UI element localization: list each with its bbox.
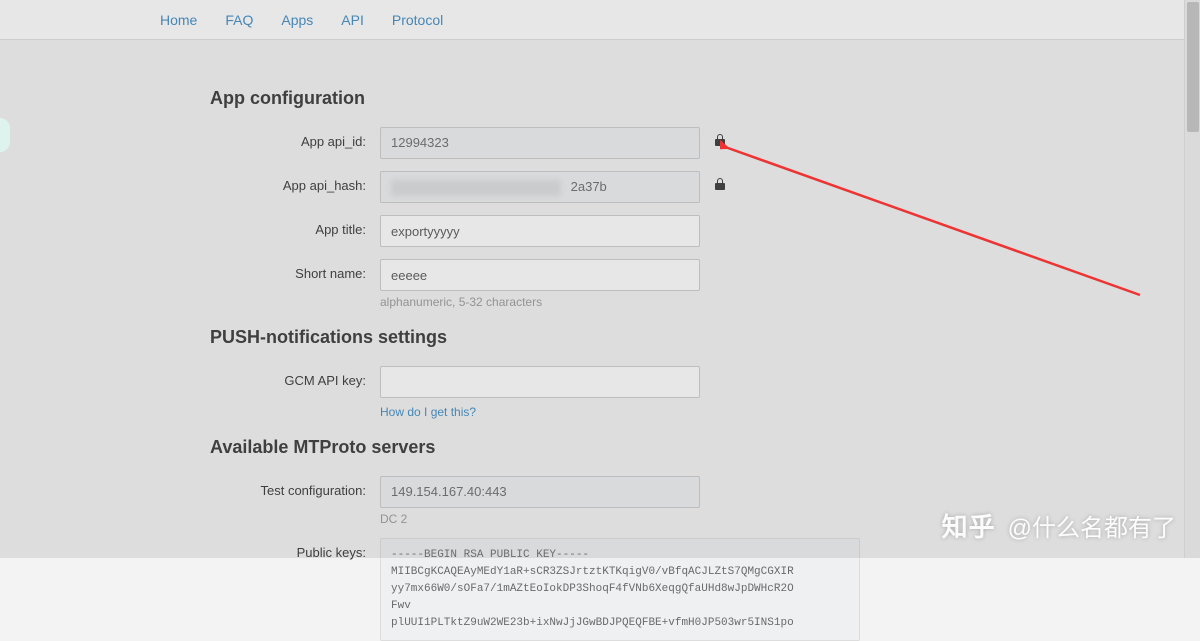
label-public-keys: Public keys: bbox=[210, 538, 380, 560]
value-test-config: 149.154.167.40:443 bbox=[380, 476, 700, 508]
row-api-id: App api_id: 12994323 bbox=[210, 127, 990, 159]
row-gcm-key: GCM API key: How do I get this? bbox=[210, 366, 990, 419]
row-app-title: App title: bbox=[210, 215, 990, 247]
side-tab[interactable] bbox=[0, 118, 10, 152]
scrollbar-thumb[interactable] bbox=[1187, 2, 1199, 132]
api-hash-redacted bbox=[391, 180, 561, 196]
navbar: Home FAQ Apps API Protocol bbox=[0, 0, 1200, 40]
input-gcm-key[interactable] bbox=[380, 366, 700, 398]
input-short-name[interactable] bbox=[380, 259, 700, 291]
value-public-keys: -----BEGIN RSA PUBLIC KEY----- MIIBCgKCA… bbox=[380, 538, 860, 641]
scrollbar[interactable] bbox=[1184, 0, 1200, 558]
section-heading-mtproto: Available MTProto servers bbox=[210, 437, 990, 458]
value-api-hash: 2a37b bbox=[380, 171, 700, 203]
input-app-title[interactable] bbox=[380, 215, 700, 247]
lock-icon bbox=[715, 178, 725, 190]
label-app-title: App title: bbox=[210, 215, 380, 237]
main-content: App configuration App api_id: 12994323 A… bbox=[210, 40, 990, 641]
row-short-name: Short name: alphanumeric, 5-32 character… bbox=[210, 259, 990, 309]
section-heading-app-config: App configuration bbox=[210, 88, 990, 109]
label-api-hash: App api_hash: bbox=[210, 171, 380, 193]
label-api-id: App api_id: bbox=[210, 127, 380, 149]
watermark: 知乎 @什么名都有了 bbox=[942, 507, 1176, 544]
label-short-name: Short name: bbox=[210, 259, 380, 281]
hint-test-config: DC 2 bbox=[380, 512, 700, 526]
row-test-config: Test configuration: 149.154.167.40:443 D… bbox=[210, 476, 990, 526]
row-api-hash: App api_hash: 2a37b bbox=[210, 171, 990, 203]
watermark-text: @什么名都有了 bbox=[1008, 508, 1176, 543]
link-how-do-i-get-this[interactable]: How do I get this? bbox=[380, 405, 476, 419]
hint-short-name: alphanumeric, 5-32 characters bbox=[380, 295, 700, 309]
nav-protocol[interactable]: Protocol bbox=[392, 12, 443, 28]
label-gcm-key: GCM API key: bbox=[210, 366, 380, 388]
zhihu-logo: 知乎 bbox=[942, 507, 996, 544]
nav-home[interactable]: Home bbox=[160, 12, 197, 28]
label-test-config: Test configuration: bbox=[210, 476, 380, 498]
section-heading-push: PUSH-notifications settings bbox=[210, 327, 990, 348]
nav-faq[interactable]: FAQ bbox=[225, 12, 253, 28]
row-public-keys: Public keys: -----BEGIN RSA PUBLIC KEY--… bbox=[210, 538, 990, 641]
value-api-id: 12994323 bbox=[380, 127, 700, 159]
api-hash-suffix: 2a37b bbox=[571, 179, 607, 194]
nav-apps[interactable]: Apps bbox=[281, 12, 313, 28]
lock-icon bbox=[715, 134, 725, 146]
nav-api[interactable]: API bbox=[341, 12, 364, 28]
